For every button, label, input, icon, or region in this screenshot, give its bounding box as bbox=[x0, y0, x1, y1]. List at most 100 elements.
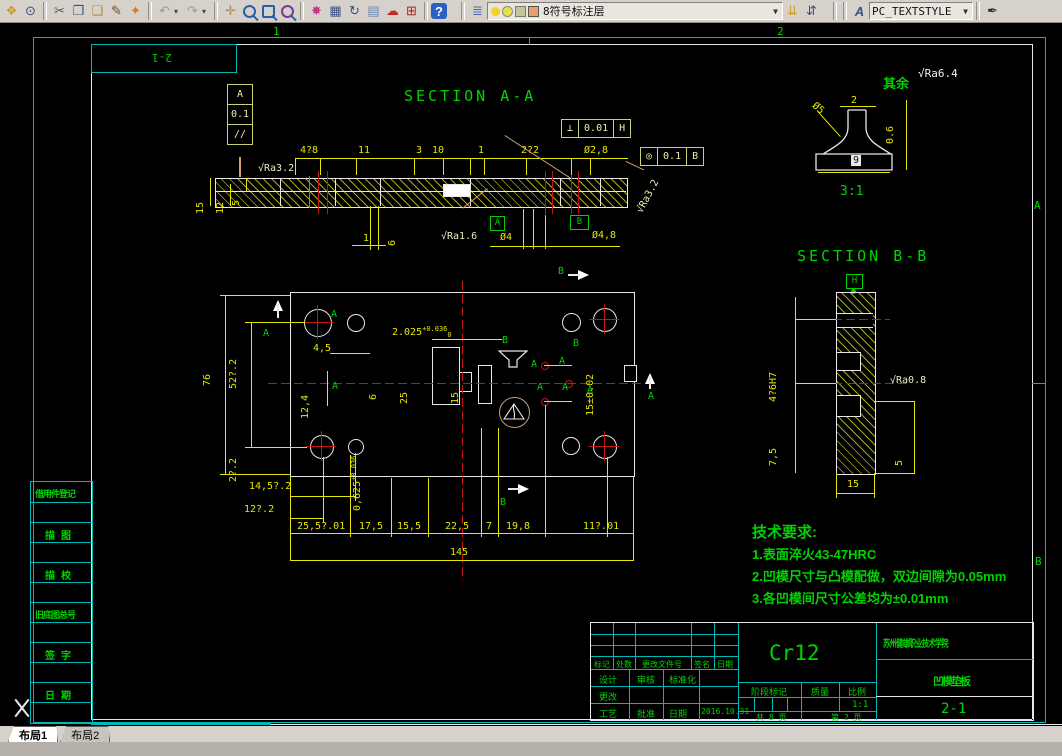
layer-lock-icon[interactable] bbox=[515, 5, 526, 17]
dim-label: 52?.2 bbox=[228, 358, 239, 389]
dim-label: 14,5?.2 bbox=[249, 481, 292, 492]
ext-line bbox=[370, 206, 371, 250]
zoom-realtime-icon[interactable] bbox=[240, 2, 259, 21]
line bbox=[876, 696, 1033, 697]
ext-line bbox=[481, 428, 482, 537]
dim-label: 0,625+0.036 bbox=[350, 456, 363, 511]
datum-letter: H bbox=[851, 276, 858, 286]
fcf-symbol: ◎ bbox=[646, 151, 653, 162]
dim-label: 15,5 bbox=[397, 521, 422, 532]
surface-finish: √Ra0.8 bbox=[890, 375, 927, 386]
dim-label: 3 bbox=[416, 145, 423, 156]
block-editor-icon[interactable]: ↻ bbox=[345, 2, 364, 21]
thread-feature bbox=[443, 184, 471, 197]
layer-previous-icon[interactable]: ⇊ bbox=[783, 2, 802, 21]
line bbox=[544, 365, 572, 366]
sheet-set-icon[interactable]: ▤ bbox=[364, 2, 383, 21]
tb-part-name: 凹模垫板 bbox=[933, 675, 971, 688]
ext-line bbox=[350, 455, 351, 537]
dim-label: 76 bbox=[202, 373, 213, 386]
separator bbox=[148, 2, 152, 20]
publish-web-icon[interactable]: ⊙ bbox=[21, 2, 40, 21]
dim-label: 12 bbox=[215, 201, 226, 214]
tb-scale-label: 比例 bbox=[848, 688, 867, 698]
dim-label: 7 bbox=[486, 521, 493, 532]
ext-line bbox=[484, 158, 485, 175]
line bbox=[318, 171, 319, 214]
line bbox=[738, 623, 739, 720]
surface-finish-general: √Ra6.4 bbox=[918, 67, 958, 80]
redo-dropdown-icon[interactable]: ▾ bbox=[202, 7, 211, 16]
line bbox=[31, 682, 92, 683]
line bbox=[578, 171, 579, 214]
tab-layout1[interactable]: 布局1 bbox=[8, 726, 58, 742]
zoom-previous-icon[interactable] bbox=[278, 2, 297, 21]
tb-label: 标记 bbox=[594, 660, 610, 669]
layer-states-icon[interactable]: ⇵ bbox=[802, 2, 821, 21]
tb-sheet-no: 第 2 页 bbox=[831, 713, 862, 722]
dim-label: Ø4,8 bbox=[592, 230, 617, 241]
section-letter: A bbox=[562, 382, 569, 393]
chevron-down-icon[interactable]: ▼ bbox=[771, 7, 780, 16]
ext-line bbox=[498, 428, 499, 537]
pan-icon[interactable]: ✛ bbox=[221, 2, 240, 21]
zone-tick bbox=[1032, 383, 1045, 384]
chevron-down-icon[interactable]: ▼ bbox=[961, 7, 970, 16]
section-arrow bbox=[578, 270, 594, 280]
centerline bbox=[462, 281, 463, 581]
quick-select-icon[interactable]: ✦ bbox=[126, 2, 145, 21]
layer-combo[interactable]: 8符号标注层 ▼ bbox=[487, 2, 783, 20]
drawing-canvas[interactable]: 1 2 A B 2-1 SECTION A-A 4?8 11 3 10 1 2?… bbox=[0, 23, 1062, 726]
line bbox=[31, 702, 92, 703]
fcf-parallelism: A 0.1 // bbox=[227, 84, 253, 145]
hole bbox=[593, 435, 617, 459]
layers-icon[interactable]: ≣ bbox=[468, 2, 487, 21]
separator bbox=[43, 2, 47, 20]
ext-line bbox=[545, 405, 546, 537]
design-center-icon[interactable]: ❖ bbox=[2, 2, 21, 21]
layer-color-swatch[interactable] bbox=[528, 5, 539, 17]
layer-table-icon[interactable]: ▦ bbox=[326, 2, 345, 21]
layer-on-icon[interactable] bbox=[491, 6, 500, 16]
line bbox=[545, 171, 546, 214]
dim-label: 1 bbox=[478, 145, 485, 156]
triangle-feature bbox=[503, 403, 525, 420]
help-icon[interactable]: ? bbox=[431, 3, 447, 19]
redo-icon[interactable]: ↷ bbox=[183, 2, 202, 21]
undo-dropdown-icon[interactable]: ▾ bbox=[174, 7, 183, 16]
cut-icon[interactable]: ✂ bbox=[50, 2, 69, 21]
line bbox=[91, 723, 271, 725]
separator bbox=[843, 2, 847, 20]
layer-combo-value: 8符号标注层 bbox=[543, 5, 605, 18]
properties-icon[interactable]: ✸ bbox=[307, 2, 326, 21]
tb-school: 苏州健雄职业技术学院 bbox=[883, 639, 949, 650]
revision-cloud-icon[interactable]: ☁ bbox=[383, 2, 402, 21]
tb-label: 更改文件号 bbox=[642, 660, 682, 669]
line bbox=[787, 697, 788, 711]
tab-layout2[interactable]: 布局2 bbox=[60, 726, 110, 742]
layer-thaw-icon[interactable] bbox=[502, 5, 513, 17]
textstyle-combo[interactable]: PC_TEXTSTYLE ▼ bbox=[869, 2, 973, 20]
paste-icon[interactable]: ❑ bbox=[88, 2, 107, 21]
match-properties-icon[interactable]: ✎ bbox=[107, 2, 126, 21]
zoom-window-icon[interactable] bbox=[259, 2, 278, 21]
strip-label: 借用件登记 bbox=[35, 490, 76, 500]
dim-line bbox=[836, 493, 874, 494]
surface-finish: √Ra3.2 bbox=[634, 177, 662, 216]
dim-label: 0.6 bbox=[885, 125, 896, 144]
status-strip bbox=[0, 742, 1062, 756]
zone-letter-b: B bbox=[1035, 555, 1042, 568]
copy-icon[interactable]: ❐ bbox=[69, 2, 88, 21]
line bbox=[508, 488, 520, 490]
undo-icon[interactable]: ↶ bbox=[155, 2, 174, 21]
tb-material: Cr12 bbox=[769, 641, 820, 665]
ext-line bbox=[523, 209, 524, 249]
calculator-icon[interactable]: ⊞ bbox=[402, 2, 421, 21]
section-arrow bbox=[518, 484, 534, 494]
line bbox=[600, 178, 601, 206]
tb-label: 日期 bbox=[717, 660, 733, 669]
dim-style-icon[interactable]: ✒ bbox=[983, 2, 1002, 21]
text-style-icon[interactable]: A bbox=[850, 2, 869, 21]
dim-line bbox=[327, 371, 328, 406]
separator bbox=[833, 2, 837, 20]
